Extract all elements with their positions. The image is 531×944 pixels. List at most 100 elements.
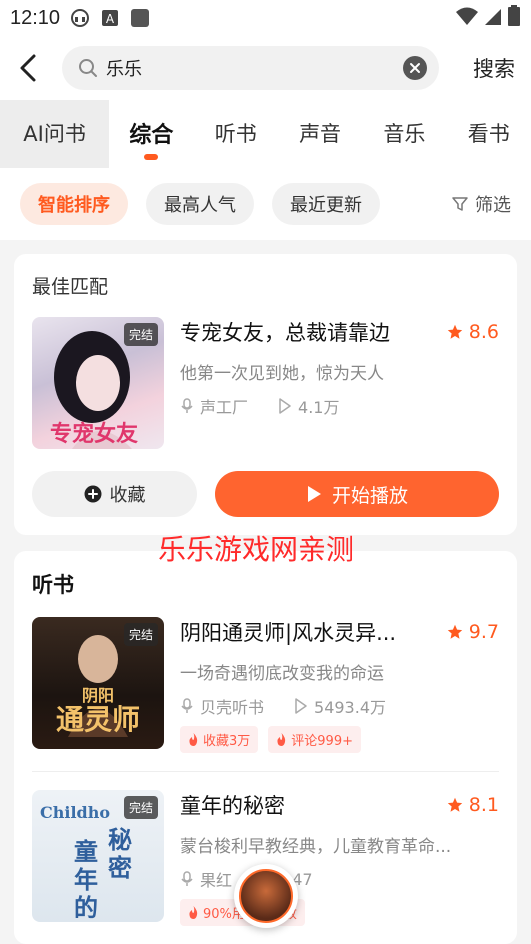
watermark-text: 乐乐游戏网亲测 [158,533,355,566]
search-box[interactable]: 乐乐 [62,46,439,90]
status-bar: 12:10 A [0,0,531,36]
item-description: 他第一次见到她，惊为天人 [180,364,384,384]
tab-audiobooks[interactable]: 听书 [194,100,278,168]
sort-filters: 智能排序 最高人气 最近更新 筛选 [0,168,531,240]
item-plays: 4.1万 [298,398,340,417]
filter-button[interactable]: 筛选 [451,191,511,217]
cover-status-tag: 完结 [123,323,158,346]
flame-icon [277,733,286,746]
tab-music[interactable]: 音乐 [362,100,446,168]
svg-text:密: 密 [108,853,132,882]
svg-text:A: A [106,12,115,26]
svg-text:童: 童 [74,837,98,866]
results: 最佳匹配 专宠女友 完结 专宠女友，总裁请靠边 8.6 他第一次见到她，惊为天人… [0,240,531,944]
back-button[interactable] [18,48,48,88]
book-cover[interactable]: 专宠女友 完结 [32,317,164,449]
comments-badge: 评论999+ [268,726,361,753]
star-icon [447,797,462,812]
audiobook-section-title: 听书 [32,573,74,597]
favorite-label: 收藏 [109,485,146,506]
svg-text:的: 的 [74,893,98,922]
floating-player-button[interactable] [234,864,298,928]
search-row: 乐乐 搜索 [0,36,531,100]
item-author: 果红 [200,871,233,890]
item-badges: 90%用户在播放 [180,899,499,926]
microphone-icon [181,698,193,713]
sort-chip-smart[interactable]: 智能排序 [20,183,128,225]
favorite-button[interactable]: 收藏 [32,471,197,517]
microphone-icon [181,398,193,413]
svg-text:专宠女友: 专宠女友 [50,421,138,447]
best-match-card: 最佳匹配 专宠女友 完结 专宠女友，总裁请靠边 8.6 他第一次见到她，惊为天人… [14,254,517,535]
svg-text:Childho: Childho [40,803,110,822]
rating: 8.6 [447,321,499,343]
sort-chip-recent[interactable]: 最近更新 [272,183,380,225]
play-count-icon [295,698,307,714]
item-meta: 果红 147 [180,867,499,891]
list-item[interactable]: 阴阳 通灵师 完结 阴阳通灵师|风水灵异... 9.7 一场奇遇彻底改变我的命运 [32,617,499,753]
back-arrow-icon [20,54,36,82]
now-playing-cover [239,869,293,923]
item-title[interactable]: 阴阳通灵师|风水灵异... [180,617,439,647]
item-meta: 贝壳听书 5493.4万 [180,694,499,718]
item-plays: 5493.4万 [314,698,387,717]
flame-icon [189,733,198,746]
book-cover[interactable]: 阴阳 通灵师 完结 [32,617,164,749]
square-status-icon [130,8,150,28]
best-match-info: 专宠女友，总裁请靠边 8.6 他第一次见到她，惊为天人 声工厂 4.1万 [180,317,499,449]
svg-text:年: 年 [74,865,98,894]
rating-value: 8.1 [468,794,499,816]
rating-value: 9.7 [468,621,499,643]
favorites-badge: 收藏3万 [180,726,259,753]
sort-chip-popular[interactable]: 最高人气 [146,183,254,225]
cover-status-tag: 完结 [123,623,158,646]
rating-value: 8.6 [468,321,499,343]
search-submit-button[interactable]: 搜索 [473,53,515,83]
tab-reading[interactable]: 看书 [447,100,531,168]
search-icon [79,59,97,77]
tab-comprehensive[interactable]: 综合 [109,100,193,168]
filter-label: 筛选 [475,195,511,216]
tab-ai-ask-book[interactable]: AI问书 [0,100,110,168]
microphone-icon [181,871,193,886]
item-info: 阴阳通灵师|风水灵异... 9.7 一场奇遇彻底改变我的命运 贝壳听书 5493… [180,617,499,753]
signal-icon [483,6,503,31]
a-status-icon: A [100,8,120,28]
funnel-icon [452,197,468,211]
item-badges: 收藏3万 评论999+ [180,726,499,753]
clear-search-button[interactable] [403,56,427,80]
search-input[interactable]: 乐乐 [106,55,403,81]
status-time: 12:10 [10,6,61,29]
item-divider [32,771,499,772]
battery-icon [507,4,521,32]
rating: 8.1 [447,794,499,816]
star-icon [447,624,462,639]
cover-status-tag: 完结 [123,796,158,819]
play-count-icon [279,398,291,414]
start-play-label: 开始播放 [331,484,408,507]
svg-text:秘: 秘 [108,825,132,854]
item-author: 声工厂 [200,398,249,417]
item-title[interactable]: 童年的秘密 [180,790,439,820]
best-match-item[interactable]: 专宠女友 完结 专宠女友，总裁请靠边 8.6 他第一次见到她，惊为天人 声工厂 [32,317,499,449]
item-title[interactable]: 专宠女友，总裁请靠边 [180,317,439,347]
wifi-icon [455,6,479,31]
best-match-title: 最佳匹配 [32,276,109,298]
book-cover[interactable]: Childho 童 年 的 秘 密 完结 [32,790,164,922]
start-play-button[interactable]: 开始播放 [215,471,499,517]
item-info: 童年的秘密 8.1 蒙台梭利早教经典，儿童教育革命... 果红 147 [180,790,499,926]
item-author: 贝壳听书 [200,698,265,717]
item-description: 蒙台梭利早教经典，儿童教育革命... [180,837,452,857]
headset-status-icon [70,8,90,28]
tab-sounds[interactable]: 声音 [278,100,362,168]
rating: 9.7 [447,621,499,643]
best-match-actions: 收藏 开始播放 [32,471,499,517]
close-icon [410,63,420,73]
top-area: 12:10 A 乐乐 搜索 AI问书 综合 听书 声音 音乐 看书 智能排序 最… [0,0,531,240]
item-description: 一场奇遇彻底改变我的命运 [180,664,384,684]
category-tabs: AI问书 综合 听书 声音 音乐 看书 [0,100,531,168]
flame-icon [189,906,198,919]
play-icon [307,486,321,502]
item-meta: 声工厂 4.1万 [180,394,499,418]
star-icon [447,324,462,339]
